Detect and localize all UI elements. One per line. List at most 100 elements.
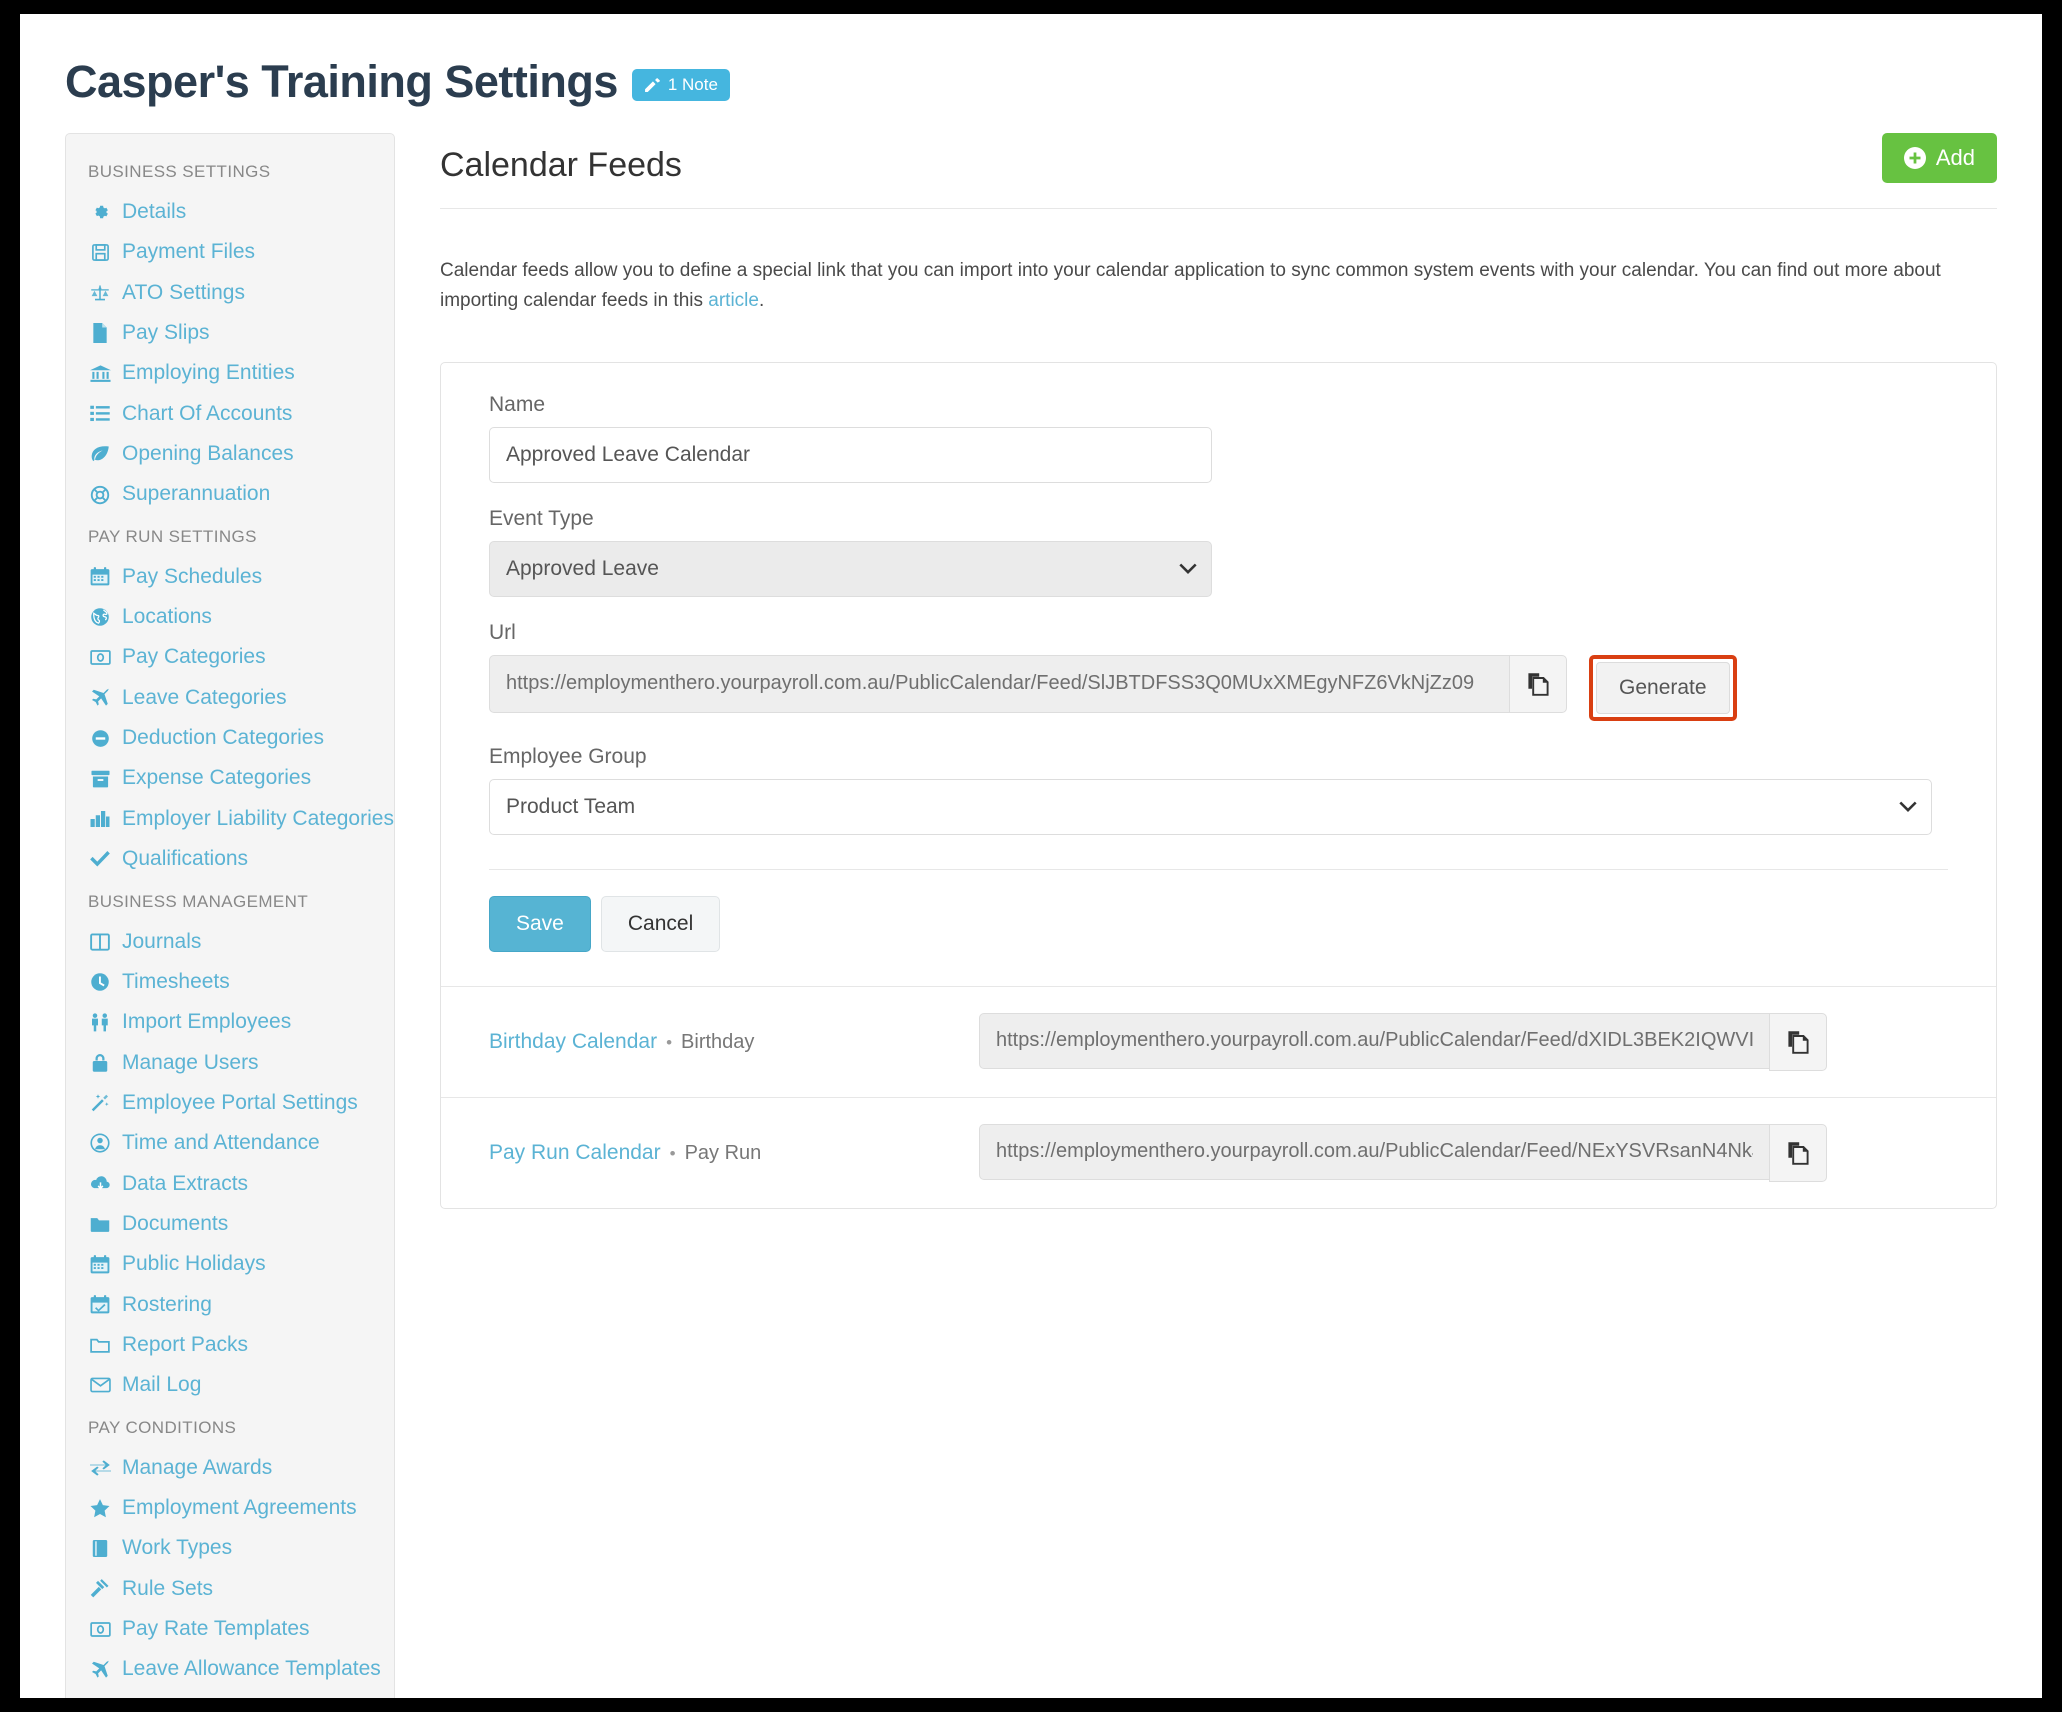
employee-group-select[interactable]: Product Team <box>489 779 1932 835</box>
plus-circle-icon <box>1904 147 1926 169</box>
sidebar-item-label: Employer Liability Categories <box>122 805 394 833</box>
sidebar-item-leave-categories[interactable]: Leave Categories <box>66 678 394 718</box>
lock-icon <box>88 1053 112 1073</box>
sidebar-item-label: Pay Schedules <box>122 563 262 591</box>
sidebar-item-pay-categories[interactable]: Pay Categories <box>66 637 394 677</box>
sidebar-item-deduction-categories[interactable]: Deduction Categories <box>66 718 394 758</box>
sidebar-item-qualifications[interactable]: Qualifications <box>66 839 394 879</box>
sidebar-item-opening-balances[interactable]: Opening Balances <box>66 434 394 474</box>
page-header: Casper's Training Settings 1 Note <box>65 59 730 104</box>
calendar-icon <box>88 567 112 586</box>
copy-url-button[interactable] <box>1769 1013 1827 1071</box>
calendar-icon <box>88 1255 112 1274</box>
sidebar-item-timesheet-rounding[interactable]: Timesheet Rounding <box>66 1690 394 1698</box>
sidebar-group-title: PAY RUN SETTINGS <box>66 515 394 557</box>
copy-url-button[interactable] <box>1769 1124 1827 1182</box>
sidebar-item-report-packs[interactable]: Report Packs <box>66 1325 394 1365</box>
feed-row: Pay Run Calendar•Pay Run <box>441 1097 1996 1208</box>
cancel-button[interactable]: Cancel <box>601 896 720 952</box>
generate-button[interactable]: Generate <box>1596 662 1730 714</box>
feed-url-input[interactable] <box>979 1124 1769 1180</box>
feed-name-cell: Pay Run Calendar•Pay Run <box>489 1141 979 1165</box>
event-type-label: Event Type <box>489 507 1948 531</box>
sidebar-item-label: Manage Users <box>122 1049 259 1077</box>
sidebar-item-label: Documents <box>122 1210 228 1238</box>
url-row: Generate <box>489 655 1948 721</box>
note-badge[interactable]: 1 Note <box>632 69 730 101</box>
form-actions: Save Cancel <box>441 870 1996 986</box>
feed-name-link[interactable]: Birthday Calendar <box>489 1030 657 1054</box>
sidebar-item-label: Rule Sets <box>122 1575 213 1603</box>
note-badge-label: 1 Note <box>668 76 718 93</box>
sidebar-item-label: Payment Files <box>122 238 255 266</box>
copy-icon <box>1786 1141 1810 1165</box>
save-disk-icon <box>88 243 112 262</box>
sidebar-item-employment-agreements[interactable]: Employment Agreements <box>66 1488 394 1528</box>
list-icon <box>88 405 112 422</box>
sidebar-item-pay-rate-templates[interactable]: Pay Rate Templates <box>66 1609 394 1649</box>
sidebar-item-label: Report Packs <box>122 1331 248 1359</box>
sidebar-item-label: Chart Of Accounts <box>122 400 292 428</box>
name-label: Name <box>489 393 1948 417</box>
sidebar-item-label: Pay Categories <box>122 643 266 671</box>
url-input[interactable] <box>489 655 1509 713</box>
sidebar-item-manage-users[interactable]: Manage Users <box>66 1043 394 1083</box>
sidebar-item-rule-sets[interactable]: Rule Sets <box>66 1569 394 1609</box>
sidebar-item-superannuation[interactable]: Superannuation <box>66 474 394 514</box>
globe-icon <box>88 607 112 627</box>
article-link[interactable]: article <box>708 290 759 311</box>
sidebar-item-data-extracts[interactable]: Data Extracts <box>66 1164 394 1204</box>
sidebar-item-pay-slips[interactable]: Pay Slips <box>66 313 394 353</box>
sidebar-item-mail-log[interactable]: Mail Log <box>66 1365 394 1405</box>
sidebar-item-employing-entities[interactable]: Employing Entities <box>66 353 394 393</box>
save-button[interactable]: Save <box>489 896 591 952</box>
sidebar-item-label: Deduction Categories <box>122 724 324 752</box>
sidebar-item-locations[interactable]: Locations <box>66 597 394 637</box>
event-type-select[interactable]: Approved Leave <box>489 541 1212 597</box>
intro-text: Calendar feeds allow you to define a spe… <box>440 228 1985 343</box>
sidebar-item-label: ATO Settings <box>122 279 245 307</box>
sidebar-item-label: Time and Attendance <box>122 1129 320 1157</box>
gear-icon <box>88 202 112 222</box>
sidebar-item-label: Qualifications <box>122 845 248 873</box>
sidebar-item-label: Details <box>122 198 186 226</box>
edit-note-icon <box>644 76 661 93</box>
sidebar-item-manage-awards[interactable]: Manage Awards <box>66 1448 394 1488</box>
sidebar-item-public-holidays[interactable]: Public Holidays <box>66 1244 394 1284</box>
url-label: Url <box>489 621 1948 645</box>
feed-url-group <box>979 1013 1827 1071</box>
sidebar-item-pay-schedules[interactable]: Pay Schedules <box>66 557 394 597</box>
clock-icon <box>88 972 112 992</box>
sidebar-item-ato-settings[interactable]: ATO Settings <box>66 273 394 313</box>
add-button[interactable]: Add <box>1882 133 1997 183</box>
feed-list: Birthday Calendar•BirthdayPay Run Calend… <box>441 986 1996 1208</box>
copy-url-button[interactable] <box>1509 655 1567 713</box>
name-input[interactable] <box>489 427 1212 483</box>
sidebar-item-employer-liability-categories[interactable]: Employer Liability Categories <box>66 799 394 839</box>
sidebar-item-label: Leave Allowance Templates <box>122 1655 381 1683</box>
sidebar-item-employee-portal-settings[interactable]: Employee Portal Settings <box>66 1083 394 1123</box>
sidebar-item-work-types[interactable]: Work Types <box>66 1528 394 1568</box>
sidebar-item-rostering[interactable]: Rostering <box>66 1285 394 1325</box>
sidebar-item-leave-allowance-templates[interactable]: Leave Allowance Templates <box>66 1649 394 1689</box>
sidebar-item-payment-files[interactable]: Payment Files <box>66 232 394 272</box>
copy-icon <box>1786 1030 1810 1054</box>
feed-url-input[interactable] <box>979 1013 1769 1069</box>
sidebar-group-title: PAY CONDITIONS <box>66 1406 394 1448</box>
sidebar-item-documents[interactable]: Documents <box>66 1204 394 1244</box>
sidebar-item-label: Pay Rate Templates <box>122 1615 310 1643</box>
sidebar-item-timesheets[interactable]: Timesheets <box>66 962 394 1002</box>
sidebar-group-title: BUSINESS SETTINGS <box>66 150 394 192</box>
sidebar-item-chart-of-accounts[interactable]: Chart Of Accounts <box>66 394 394 434</box>
sidebar-item-label: Timesheet Rounding <box>122 1696 315 1698</box>
sidebar-item-expense-categories[interactable]: Expense Categories <box>66 758 394 798</box>
cloud-download-icon <box>88 1175 112 1192</box>
archive-icon <box>88 770 112 788</box>
feed-name-link[interactable]: Pay Run Calendar <box>489 1141 661 1165</box>
sidebar-item-time-and-attendance[interactable]: Time and Attendance <box>66 1123 394 1163</box>
sidebar-item-journals[interactable]: Journals <box>66 922 394 962</box>
life-ring-icon <box>88 485 112 505</box>
sidebar-item-details[interactable]: Details <box>66 192 394 232</box>
sidebar-item-import-employees[interactable]: Import Employees <box>66 1002 394 1042</box>
calendar-check-icon <box>88 1295 112 1314</box>
